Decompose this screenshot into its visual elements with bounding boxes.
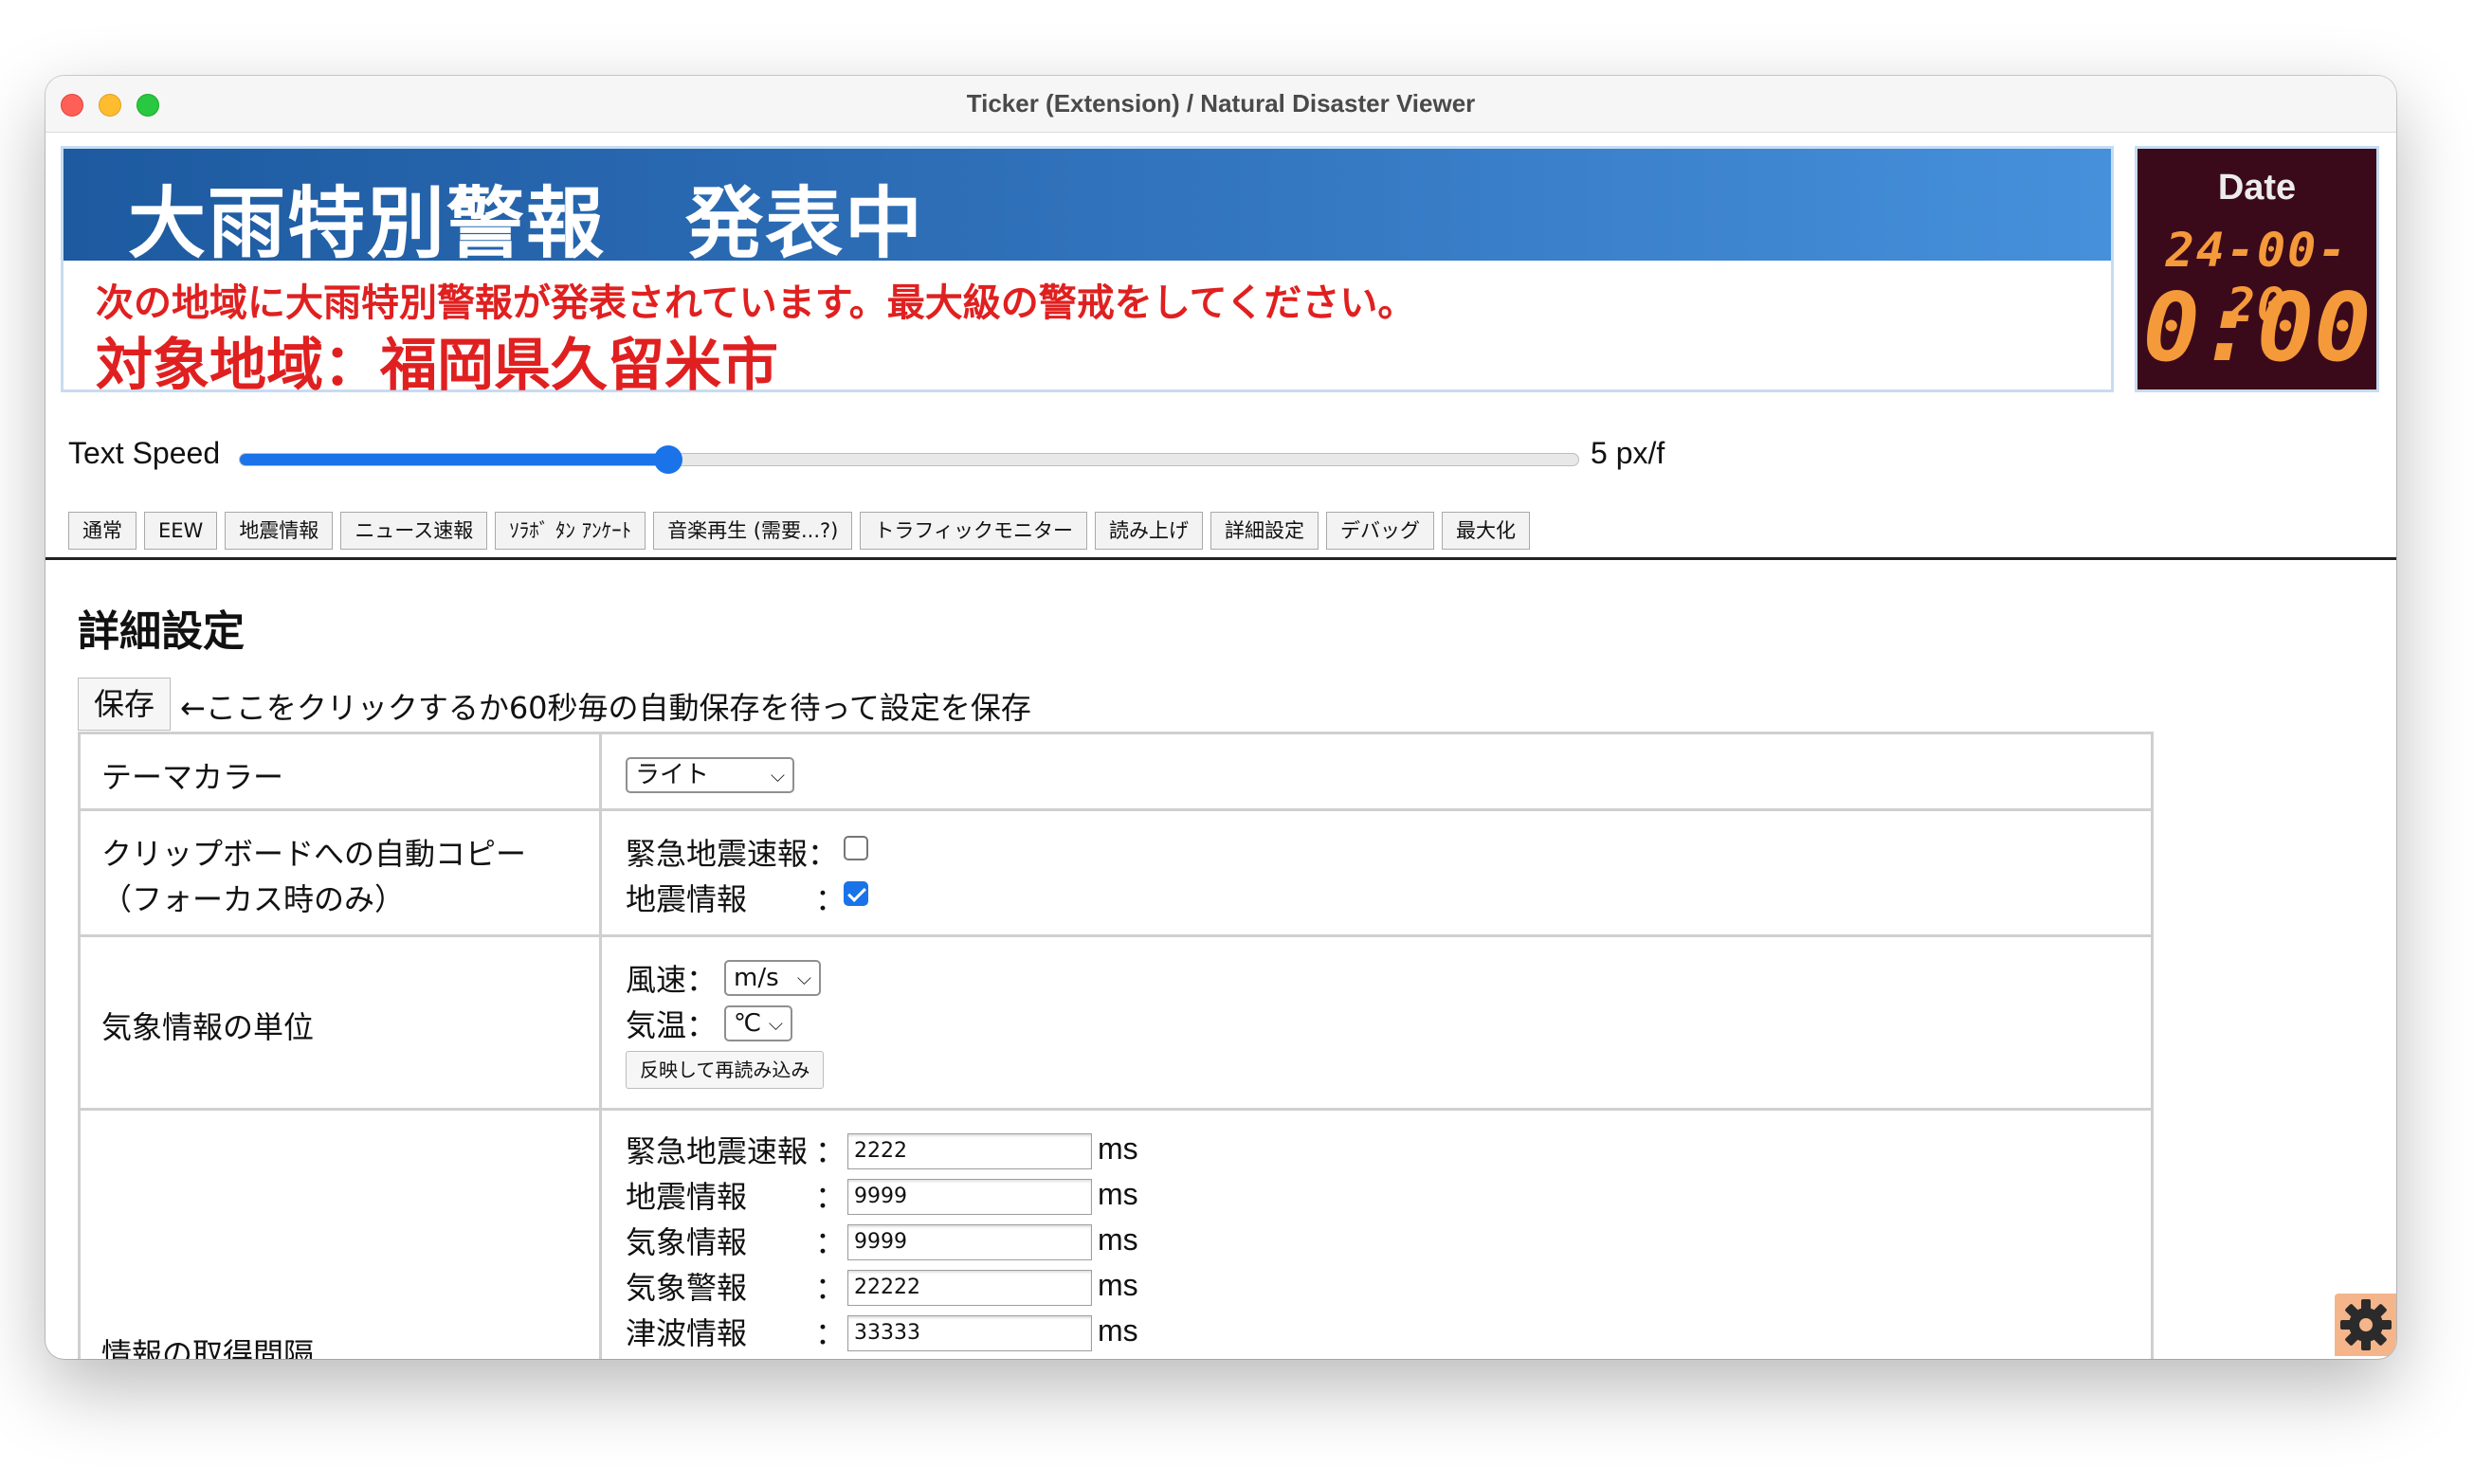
apply-reload-button[interactable]: 反映して再読み込み [626,1051,825,1089]
interval-unit: ms [1098,1268,1138,1302]
clipboard-eew-checkbox[interactable] [844,836,868,860]
tab-maximize[interactable]: 最大化 [1441,512,1530,550]
clipboard-quake-colon: ： [815,881,846,917]
interval-colon: ： [815,1179,846,1215]
setting-value-cell: ライト ⌵ [605,734,2151,808]
text-speed-label: Text Speed [68,436,221,470]
text-speed-slider-fill [240,454,668,465]
tab-music-playback[interactable]: 音楽再生 (需要...?) [653,512,853,550]
interval-colon: ： [815,1133,846,1169]
interval-unit: ms [1098,1131,1138,1166]
setting-label-cell: クリップボードへの自動コピー （フォーカス時のみ） [81,811,602,934]
interval-input-quake[interactable]: 9999 [847,1179,1092,1215]
setting-row-theme: テーマカラー ライト ⌵ [78,732,2154,811]
save-button[interactable]: 保存 [78,678,171,731]
clock-panel: Date 24-00-20 0:00 [2135,146,2379,392]
interval-input-weather[interactable]: 9999 [847,1224,1092,1260]
interval-label-warning: 気象警報 [626,1270,748,1306]
setting-label-cell: テーマカラー [81,734,602,808]
interval-unit: ms [1098,1177,1138,1211]
main-content: 大雨特別警報 発表中 次の地域に大雨特別警報が発表されています。最大級の警戒をし… [45,133,2396,1359]
interval-label-weather: 気象情報 [626,1224,748,1260]
interval-label-tsunami: 津波情報 [626,1315,748,1351]
interval-colon: ： [815,1315,846,1351]
tab-advanced-settings[interactable]: 詳細設定 [1210,512,1319,550]
settings-title: 詳細設定 [78,607,245,656]
interval-unit: ms [1098,1313,1138,1348]
clipboard-label-line1: クリップボードへの自動コピー [101,836,527,872]
interval-colon: ： [815,1270,846,1306]
tab-debug[interactable]: デバッグ [1325,512,1434,550]
text-speed-slider[interactable] [239,445,1579,474]
ticker-panel: 大雨特別警報 発表中 次の地域に大雨特別警報が発表されています。最大級の警戒をし… [61,146,2114,399]
ticker-headline: 大雨特別警報 発表中 [128,179,925,269]
interval-input-tsunami[interactable]: 33333 [847,1315,1092,1351]
setting-row-units: 気象情報の単位 風速： m/s ⌵ 気温： ℃ ⌵ 反映して再読み込み [78,934,2154,1111]
text-speed-slider-thumb[interactable] [653,445,682,474]
setting-row-clipboard: クリップボードへの自動コピー （フォーカス時のみ） 緊急地震速報： 地震情報 ： [78,808,2154,937]
tab-divider [45,557,2396,560]
setting-label-cell: 情報の取得間隔 [81,1111,602,1359]
theme-label: テーマカラー [101,759,284,795]
units-label: 気象情報の単位 [101,1009,315,1045]
tab-sorabo-survey[interactable]: ｿﾗﾎﾞ ﾀﾝ ｱﾝｹｰﾄ [495,512,646,550]
temperature-unit-value: ℃ [734,1009,762,1038]
tab-read-aloud[interactable]: 読み上げ [1094,512,1203,550]
interval-unit: ms [1098,1222,1138,1257]
clipboard-quake-label: 地震情報 [626,881,748,917]
clipboard-eew-label: 緊急地震速報： [626,836,839,872]
setting-value-cell: 緊急地震速報 ： 2222 ms 地震情報 ： 9999 ms 気象情報 ： 9… [605,1111,2151,1359]
interval-input-warning[interactable]: 22222 [847,1270,1092,1306]
clipboard-label-line2: （フォーカス時のみ） [101,881,406,917]
intervals-label: 情報の取得間隔 [101,1336,315,1359]
interval-label-eew: 緊急地震速報 [626,1133,809,1169]
clock-time: 0:00 [2142,272,2372,383]
ticker-header: 大雨特別警報 発表中 [64,149,2111,269]
temperature-unit-select[interactable]: ℃ ⌵ [724,1005,792,1041]
chevron-down-icon: ⌵ [796,967,811,989]
chevron-down-icon: ⌵ [770,764,785,787]
window-title: Ticker (Extension) / Natural Disaster Vi… [966,89,1476,118]
interval-label-quake: 地震情報 [626,1179,748,1215]
save-hint: ←ここをクリックするか60秒毎の自動保存を待って設定を保存 [180,690,1031,726]
setting-row-intervals: 情報の取得間隔 緊急地震速報 ： 2222 ms 地震情報 ： 9999 ms … [78,1108,2154,1359]
tab-news-flash[interactable]: ニュース速報 [340,512,488,550]
setting-value-cell: 風速： m/s ⌵ 気温： ℃ ⌵ 反映して再読み込み [605,937,2151,1108]
title-bar: Ticker (Extension) / Natural Disaster Vi… [45,76,2396,133]
tab-eew[interactable]: EEW [144,512,218,550]
clipboard-quake-checkbox[interactable] [844,881,868,906]
gear-icon [2340,1299,2392,1350]
theme-select-value: ライト [635,761,710,789]
wind-speed-unit-value: m/s [734,964,779,992]
app-window: Ticker (Extension) / Natural Disaster Vi… [45,76,2396,1359]
setting-value-cell: 緊急地震速報： 地震情報 ： [605,811,2151,934]
settings-gear-button[interactable] [2335,1294,2396,1356]
tab-earthquake-info[interactable]: 地震情報 [225,512,334,550]
text-speed-value: 5 px/f [1591,436,1665,470]
interval-colon: ： [815,1224,846,1260]
setting-label-cell: 気象情報の単位 [81,937,602,1108]
tab-traffic-monitor[interactable]: トラフィックモニター [860,512,1087,550]
temperature-label: 気温： [626,1007,718,1043]
theme-select[interactable]: ライト ⌵ [626,757,794,793]
clock-label: Date [2217,168,2297,208]
wind-speed-unit-select[interactable]: m/s ⌵ [724,960,821,996]
tab-bar: 通常 EEW 地震情報 ニュース速報 ｿﾗﾎﾞ ﾀﾝ ｱﾝｹｰﾄ 音楽再生 (需… [68,512,1530,550]
ticker-area: 対象地域：福岡県久留米市 [96,333,778,399]
interval-input-eew[interactable]: 2222 [847,1133,1092,1169]
wind-speed-label: 風速： [626,962,718,998]
chevron-down-icon: ⌵ [768,1012,783,1035]
tab-normal[interactable]: 通常 [68,512,136,550]
